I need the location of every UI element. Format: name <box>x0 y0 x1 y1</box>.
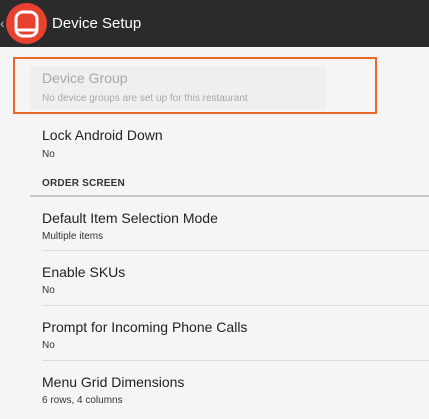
setting-summary: Multiple items <box>42 231 104 242</box>
setting-enable-skus[interactable]: Enable SKUs No <box>0 251 429 306</box>
highlight-outline <box>13 57 377 114</box>
device-setup-screen: ‹ Device Setup Device Group No device gr… <box>0 0 429 419</box>
setting-menu-grid-dimensions[interactable]: Menu Grid Dimensions 6 rows, 4 columns <box>0 361 429 419</box>
setting-title: Prompt for Incoming Phone Calls <box>42 319 248 335</box>
setting-summary: 6 rows, 4 columns <box>42 395 123 406</box>
action-bar: ‹ Device Setup <box>0 0 429 47</box>
section-order-screen: ORDER SCREEN <box>0 171 429 199</box>
settings-list: Device Group No device groups are set up… <box>0 47 429 419</box>
setting-default-item-selection-mode[interactable]: Default Item Selection Mode Multiple ite… <box>0 199 429 251</box>
section-header: ORDER SCREEN <box>42 178 125 189</box>
page-title: Device Setup <box>52 15 142 32</box>
setting-title: Enable SKUs <box>42 264 126 280</box>
setting-title: Lock Android Down <box>42 127 163 143</box>
setting-summary: No <box>42 149 55 160</box>
section-divider <box>30 195 429 197</box>
setting-summary: No <box>42 340 55 351</box>
setting-prompt-incoming-calls[interactable]: Prompt for Incoming Phone Calls No <box>0 306 429 361</box>
setting-lock-android-down[interactable]: Lock Android Down No <box>0 117 429 171</box>
setting-title: Menu Grid Dimensions <box>42 374 185 390</box>
setting-summary: No <box>42 285 55 296</box>
setting-title: Default Item Selection Mode <box>42 210 218 226</box>
setting-device-group[interactable]: Device Group No device groups are set up… <box>0 47 429 117</box>
restaurant-app-icon[interactable] <box>6 3 47 44</box>
